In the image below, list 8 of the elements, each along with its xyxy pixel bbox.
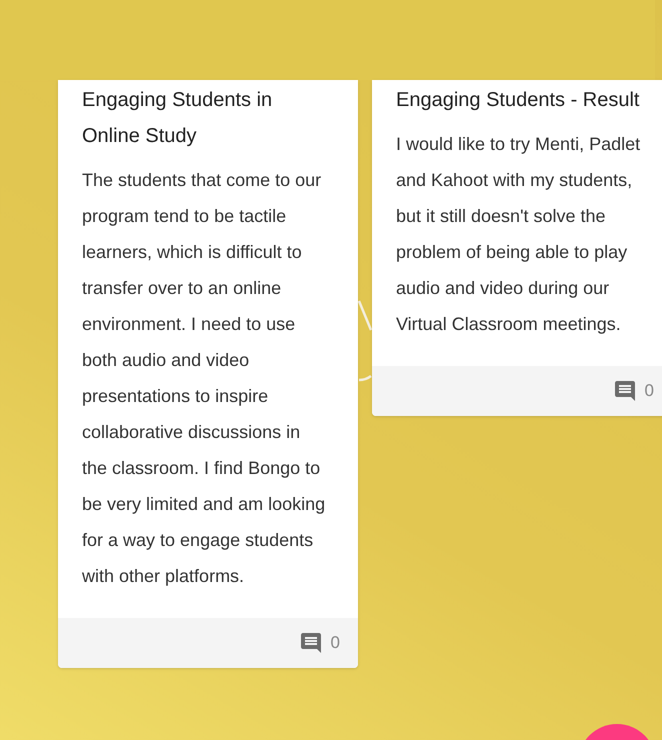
comment-icon (298, 631, 323, 655)
card-body: I would like to try Menti, Padlet and Kahoot with my students, but it still doesn't solve the problem of being able to play audio and video during our Virtual Classroom meetings. (396, 133, 642, 336)
card-title: Engaging Students - Result (396, 88, 640, 113)
comment-icon (612, 379, 637, 403)
card-title: Engaging Students in Online Study (82, 88, 274, 149)
card-body: The students that come to our program tend to be tactile learners, which is difficult to transfer over to an online environment. I need to use both audio and video presentations to inspire collaborative discussions in the classroom. I find Bongo to be very limited and am looking for a way to engage students with other platforms. (82, 169, 326, 588)
comment-count: 0 (330, 632, 340, 654)
comment-count: 0 (644, 380, 654, 402)
